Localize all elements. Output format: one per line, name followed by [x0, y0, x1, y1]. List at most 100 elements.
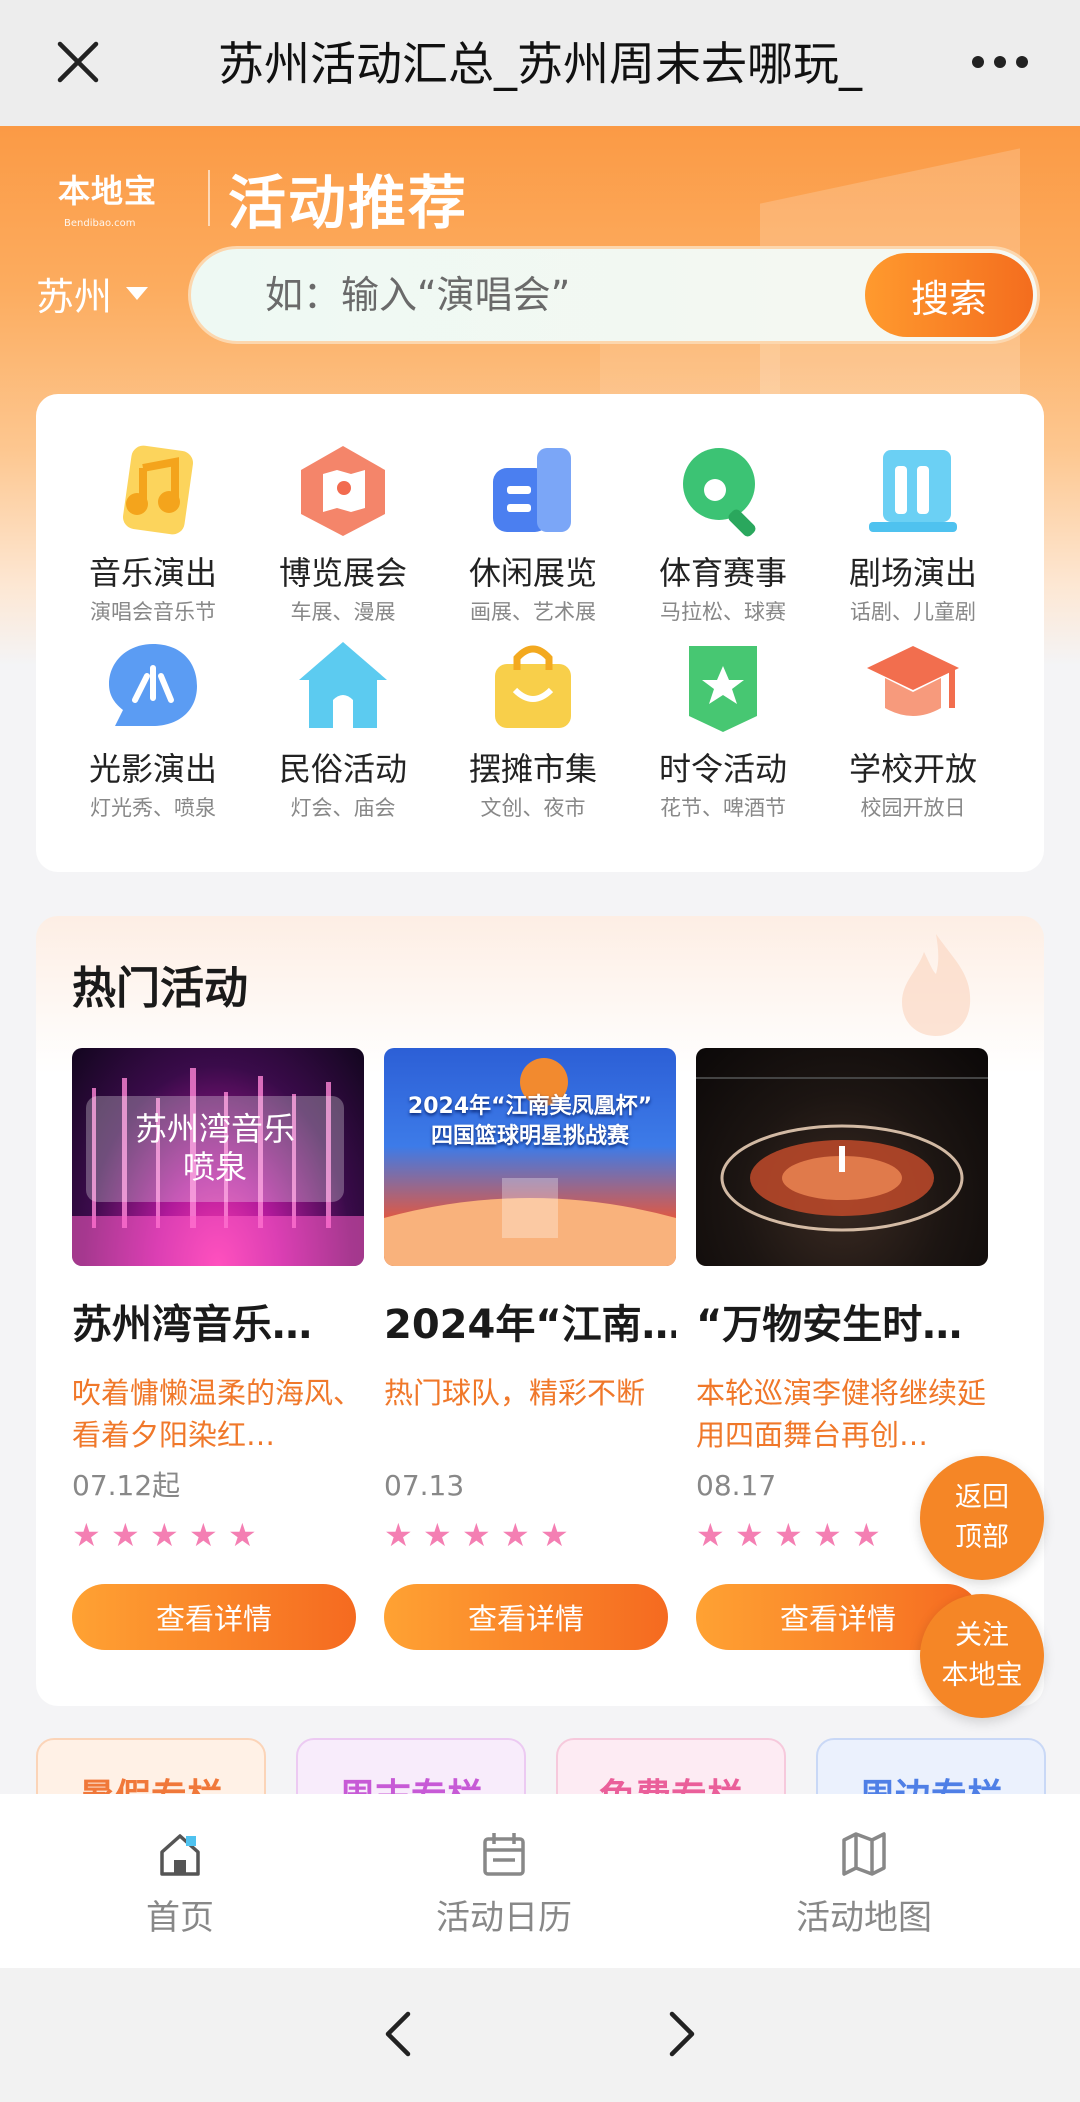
flame-icon [902, 934, 971, 1036]
bendibao-logo[interactable]: 本地宝 Bendibao.com [58, 166, 178, 246]
graduation-cap-icon [867, 646, 959, 716]
bottom-tab-bar: 首页 活动日历 活动地图 [0, 1794, 1080, 1968]
logo-text: 本地宝 [58, 172, 158, 210]
divider [208, 170, 210, 226]
category-subtitle: 车展、漫展 [290, 600, 396, 624]
category-theater[interactable]: 剧场演出 话剧、儿童剧 [818, 442, 1008, 626]
tab-calendar[interactable]: 活动日历 [394, 1830, 614, 1939]
back-arrow-icon[interactable] [374, 2008, 426, 2060]
music-icon [123, 445, 193, 535]
category-name: 休闲展览 [468, 554, 597, 592]
more-menu-icon[interactable] [972, 46, 1028, 78]
follow-button[interactable]: 关注 本地宝 [920, 1594, 1044, 1718]
star-icon: ★ [384, 1516, 413, 1554]
rating-stars: ★ ★ ★ ★ ★ [72, 1516, 364, 1554]
activity-description: 热门球队，精彩不断 [384, 1376, 646, 1410]
category-subtitle: 画展、艺术展 [470, 600, 596, 624]
category-music[interactable]: 音乐演出 演唱会音乐节 [58, 442, 248, 626]
category-subtitle: 演唱会音乐节 [90, 600, 216, 624]
category-name: 体育赛事 [658, 554, 787, 592]
browser-nav-bar [0, 1968, 1080, 2102]
category-name: 民俗活动 [278, 750, 407, 788]
activity-title: 2024年“江南… [384, 1302, 676, 1348]
tab-label: 活动地图 [796, 1898, 932, 1938]
back-to-top-button[interactable]: 返回 顶部 [920, 1456, 1044, 1580]
caret-down-icon [126, 287, 149, 300]
page-title: 苏州活动汇总_苏州周末去哪玩_ [218, 37, 862, 91]
category-name: 时令活动 [658, 750, 787, 788]
column-summer[interactable]: 暑假专栏 [36, 1738, 266, 1794]
activity-description: 本轮巡演李健将继续延用四面舞台再创… [696, 1376, 987, 1452]
star-icon: ★ [228, 1516, 257, 1554]
tab-home[interactable]: 首页 [70, 1830, 290, 1939]
activity-image-basketball[interactable]: 2024年“江南美凤凰杯” 四国篮球明星挑战赛 [384, 1048, 676, 1266]
star-icon: ★ [813, 1516, 842, 1554]
calendar-icon [483, 1833, 525, 1876]
star-icon: ★ [735, 1516, 764, 1554]
category-name: 光影演出 [88, 750, 217, 788]
category-subtitle: 文创、夜市 [480, 796, 586, 820]
category-name: 博览展会 [278, 554, 407, 592]
map-icon [301, 446, 385, 536]
view-details-button[interactable]: 查看详情 [384, 1584, 668, 1650]
activity-card[interactable]: 2024年“江南美凤凰杯” 四国篮球明星挑战赛 2024年“江南… 热门球队，精… [384, 1048, 676, 1650]
star-icon: ★ [852, 1516, 881, 1554]
star-icon: ★ [111, 1516, 140, 1554]
section-title: 热门活动 [72, 963, 248, 1014]
column-weekend[interactable]: 周末专栏 [296, 1738, 526, 1794]
category-subtitle: 马拉松、球赛 [660, 600, 786, 624]
title-bar: 苏州活动汇总_苏州周末去哪玩_ [0, 0, 1080, 126]
tab-label: 首页 [146, 1898, 214, 1938]
category-subtitle: 校园开放日 [860, 796, 966, 820]
activity-image-fountain[interactable]: 苏州湾音乐 喷泉 [72, 1048, 364, 1266]
star-icon: ★ [189, 1516, 218, 1554]
activity-title: 苏州湾音乐… [72, 1302, 312, 1348]
activity-date: 07.13 [384, 1469, 465, 1502]
star-icon: ★ [150, 1516, 179, 1554]
activity-card[interactable]: 苏州湾音乐 喷泉 苏州湾音乐… 吹着慵懒温柔的海风、看着夕阳染红… 07.12起… [72, 1048, 364, 1650]
category-school[interactable]: 学校开放 校园开放日 [818, 638, 1008, 822]
search-button[interactable]: 搜索 [865, 253, 1033, 337]
category-exhibition[interactable]: 休闲展览 画展、艺术展 [438, 442, 628, 626]
star-icon: ★ [774, 1516, 803, 1554]
close-icon[interactable] [52, 36, 104, 88]
category-sports[interactable]: 体育赛事 马拉松、球赛 [628, 442, 818, 626]
column-free[interactable]: 免费专栏 [556, 1738, 786, 1794]
city-selector[interactable]: 苏州 [36, 266, 149, 321]
category-name: 学校开放 [848, 750, 977, 788]
view-details-button[interactable]: 查看详情 [72, 1584, 356, 1650]
forward-arrow-icon[interactable] [654, 2008, 706, 2060]
column-nearby[interactable]: 周边专栏 [816, 1738, 1046, 1794]
brand-title: 活动推荐 [228, 169, 469, 237]
image-caption: 2024年“江南美凤凰杯” 四国篮球明星挑战赛 [407, 1094, 653, 1149]
category-expo[interactable]: 博览展会 车展、漫展 [248, 442, 438, 626]
star-icon: ★ [696, 1516, 725, 1554]
search-input[interactable] [265, 267, 785, 323]
category-subtitle: 花节、啤酒节 [660, 796, 786, 820]
house-icon [299, 642, 387, 728]
star-icon: ★ [72, 1516, 101, 1554]
star-icon: ★ [540, 1516, 569, 1554]
activity-image-concert[interactable] [696, 1048, 988, 1266]
logo-subtext: Bendibao.com [64, 218, 136, 229]
category-name: 音乐演出 [88, 554, 217, 592]
stage-graphics [696, 1077, 988, 1232]
poster-graphics [384, 1058, 676, 1266]
map-icon [842, 1832, 886, 1876]
tab-map[interactable]: 活动地图 [754, 1830, 974, 1939]
category-seasonal[interactable]: 时令活动 花节、啤酒节 [628, 638, 818, 822]
category-light-show[interactable]: 光影演出 灯光秀、喷泉 [58, 638, 248, 822]
theater-icon [869, 450, 957, 532]
home-icon [160, 1834, 200, 1876]
light-icon [109, 644, 197, 726]
category-folk[interactable]: 民俗活动 灯会、庙会 [248, 638, 438, 822]
category-subtitle: 话剧、儿童剧 [850, 600, 976, 624]
pingpong-icon [683, 448, 756, 537]
category-name: 摆摊市集 [468, 750, 597, 788]
image-caption: 苏州湾音乐 喷泉 [86, 1096, 344, 1202]
gallery-icon [493, 448, 571, 532]
star-icon: ★ [423, 1516, 452, 1554]
activity-title: “万物安生时… [696, 1302, 963, 1348]
search-bar: 搜索 [188, 246, 1040, 344]
category-market[interactable]: 摆摊市集 文创、夜市 [438, 638, 628, 822]
